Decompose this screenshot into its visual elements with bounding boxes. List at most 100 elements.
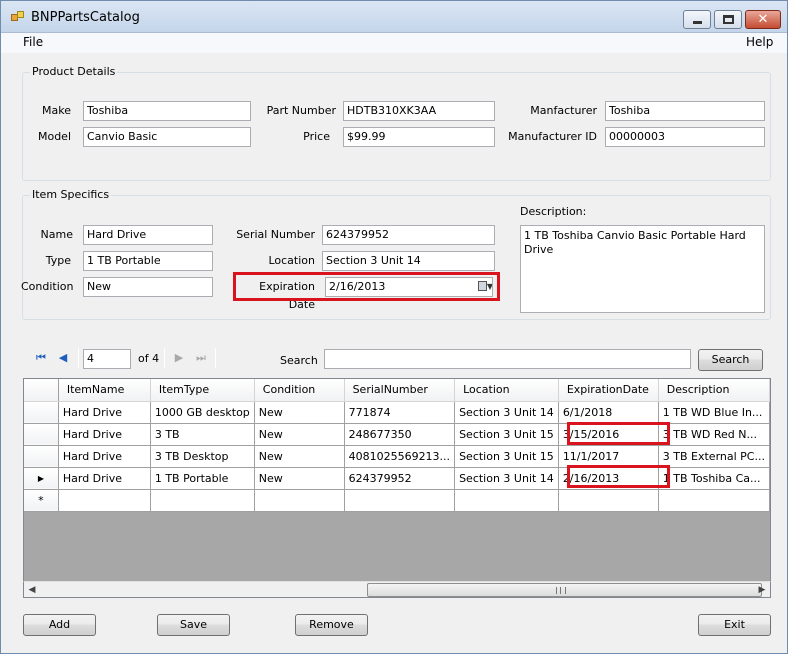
product-details-title: Product Details [30, 65, 118, 78]
maximize-button[interactable] [714, 10, 742, 29]
type-field[interactable]: 1 TB Portable [83, 251, 213, 271]
grid-cell[interactable]: Section 3 Unit 14 [454, 401, 559, 424]
grid-cell[interactable] [658, 489, 770, 512]
maximize-icon [723, 15, 734, 24]
grid-cell[interactable]: 1000 GB desktop [150, 401, 255, 424]
expiration-cell-highlight-2 [567, 465, 670, 488]
part-number-field[interactable]: HDTB310XK3AA [343, 101, 495, 121]
column-header[interactable]: Condition [254, 379, 345, 402]
type-label: Type [45, 254, 71, 267]
grid-cell[interactable]: Hard Drive [58, 467, 151, 490]
column-header[interactable]: Description [658, 379, 770, 402]
part-number-label: Part Number [266, 104, 336, 117]
horizontal-scrollbar[interactable]: ◀ ▶ [23, 581, 771, 598]
price-field[interactable]: $99.99 [343, 127, 495, 147]
manufacturer-field[interactable]: Toshiba [605, 101, 765, 121]
column-header[interactable]: ExpirationDate [558, 379, 659, 402]
grid-cell[interactable]: Section 3 Unit 15 [454, 423, 559, 446]
name-field[interactable]: Hard Drive [83, 225, 213, 245]
grid-cell[interactable] [558, 489, 659, 512]
description-textarea[interactable]: 1 TB Toshiba Canvio Basic Portable Hard … [520, 225, 765, 313]
close-icon: ✕ [757, 12, 769, 27]
grid-cell[interactable] [58, 489, 151, 512]
grid-cell[interactable]: 11/1/2017 [558, 445, 659, 468]
title-bar: BNPPartsCatalog ✕ [1, 1, 787, 33]
save-button[interactable]: Save [157, 614, 230, 636]
column-header[interactable]: SerialNumber [344, 379, 456, 402]
serial-number-field[interactable]: 624379952 [322, 225, 495, 245]
location-label: Location [268, 254, 315, 267]
manufacturer-id-label: Manufacturer ID [508, 130, 597, 143]
location-field[interactable]: Section 3 Unit 14 [322, 251, 495, 271]
close-button[interactable]: ✕ [745, 10, 781, 29]
grid-cell[interactable]: New [254, 445, 345, 468]
name-label: Name [40, 228, 73, 241]
grid-cell[interactable]: 771874 [344, 401, 456, 424]
grid-cell[interactable]: 3 TB External PC... [658, 445, 770, 468]
menu-file[interactable]: File [23, 35, 43, 49]
grid-cell[interactable] [454, 489, 559, 512]
description-label: Description: [520, 205, 587, 218]
grid-cell[interactable] [254, 489, 345, 512]
grid-cell[interactable]: 3 TB Desktop [150, 445, 255, 468]
search-button[interactable]: Search [698, 349, 763, 371]
grid-cell[interactable]: Section 3 Unit 15 [454, 445, 559, 468]
grid-cell[interactable]: 1 TB WD Blue In... [658, 401, 770, 424]
table-row[interactable]: Hard Drive 3 TB Desktop New 408102556921… [24, 445, 770, 468]
grid-cell[interactable]: 6/1/2018 [558, 401, 659, 424]
grid-cell[interactable]: 3 TB [150, 423, 255, 446]
grid-cell[interactable]: New [254, 467, 345, 490]
current-row-marker[interactable]: ▶ [24, 467, 59, 490]
search-input[interactable] [324, 349, 691, 369]
column-header[interactable]: Location [454, 379, 559, 402]
grid-corner[interactable] [24, 379, 59, 402]
condition-field[interactable]: New [83, 277, 213, 297]
manufacturer-id-field[interactable]: 00000003 [605, 127, 765, 147]
grid-cell[interactable]: 248677350 [344, 423, 456, 446]
minimize-icon [693, 21, 702, 24]
grid-cell[interactable]: New [254, 401, 345, 424]
grid-cell[interactable]: 1 TB Toshiba Ca... [658, 467, 770, 490]
add-button[interactable]: Add [23, 614, 96, 636]
grid-cell[interactable]: Hard Drive [58, 423, 151, 446]
window-title: BNPPartsCatalog [31, 10, 140, 25]
grid-cell[interactable]: Hard Drive [58, 445, 151, 468]
scroll-thumb[interactable] [367, 583, 762, 597]
grid-cell[interactable]: 4081025569213... [344, 445, 456, 468]
make-label: Make [42, 104, 71, 117]
grid-cell[interactable]: 1 TB Portable [150, 467, 255, 490]
scroll-left-icon[interactable]: ◀ [25, 583, 39, 597]
grid-cell[interactable]: 3 TB WD Red N... [658, 423, 770, 446]
grid-cell[interactable]: New [254, 423, 345, 446]
row-header[interactable] [24, 445, 59, 468]
grid-cell[interactable]: 624379952 [344, 467, 456, 490]
move-next-icon[interactable]: ▶ [171, 349, 187, 367]
menu-bar: File Help [1, 33, 787, 53]
grid-cell[interactable] [344, 489, 456, 512]
move-last-icon[interactable]: ⏭ [193, 349, 209, 367]
exit-button[interactable]: Exit [698, 614, 771, 636]
app-window: BNPPartsCatalog ✕ File Help Product Deta… [0, 0, 788, 654]
grid-cell[interactable] [150, 489, 255, 512]
column-header[interactable]: ItemName [58, 379, 151, 402]
expiration-cell-highlight-1 [567, 422, 670, 445]
price-label: Price [303, 130, 330, 143]
make-field[interactable]: Toshiba [83, 101, 251, 121]
move-first-icon[interactable]: ⏮ [33, 349, 49, 367]
column-header[interactable]: ItemType [150, 379, 255, 402]
grid-header-row: ItemName ItemType Condition SerialNumber… [24, 379, 770, 402]
new-row-marker[interactable]: * [24, 489, 59, 512]
row-header[interactable] [24, 423, 59, 446]
table-row-new[interactable]: * [24, 489, 770, 512]
scroll-right-icon[interactable]: ▶ [755, 583, 769, 597]
remove-button[interactable]: Remove [295, 614, 368, 636]
grid-cell[interactable]: Section 3 Unit 14 [454, 467, 559, 490]
grid-cell[interactable]: Hard Drive [58, 401, 151, 424]
table-row[interactable]: Hard Drive 1000 GB desktop New 771874 Se… [24, 401, 770, 424]
model-field[interactable]: Canvio Basic [83, 127, 251, 147]
minimize-button[interactable] [683, 10, 711, 29]
move-previous-icon[interactable]: ◀ [55, 349, 71, 367]
row-header[interactable] [24, 401, 59, 424]
position-field[interactable]: 4 [83, 349, 131, 369]
menu-help[interactable]: Help [746, 35, 773, 49]
